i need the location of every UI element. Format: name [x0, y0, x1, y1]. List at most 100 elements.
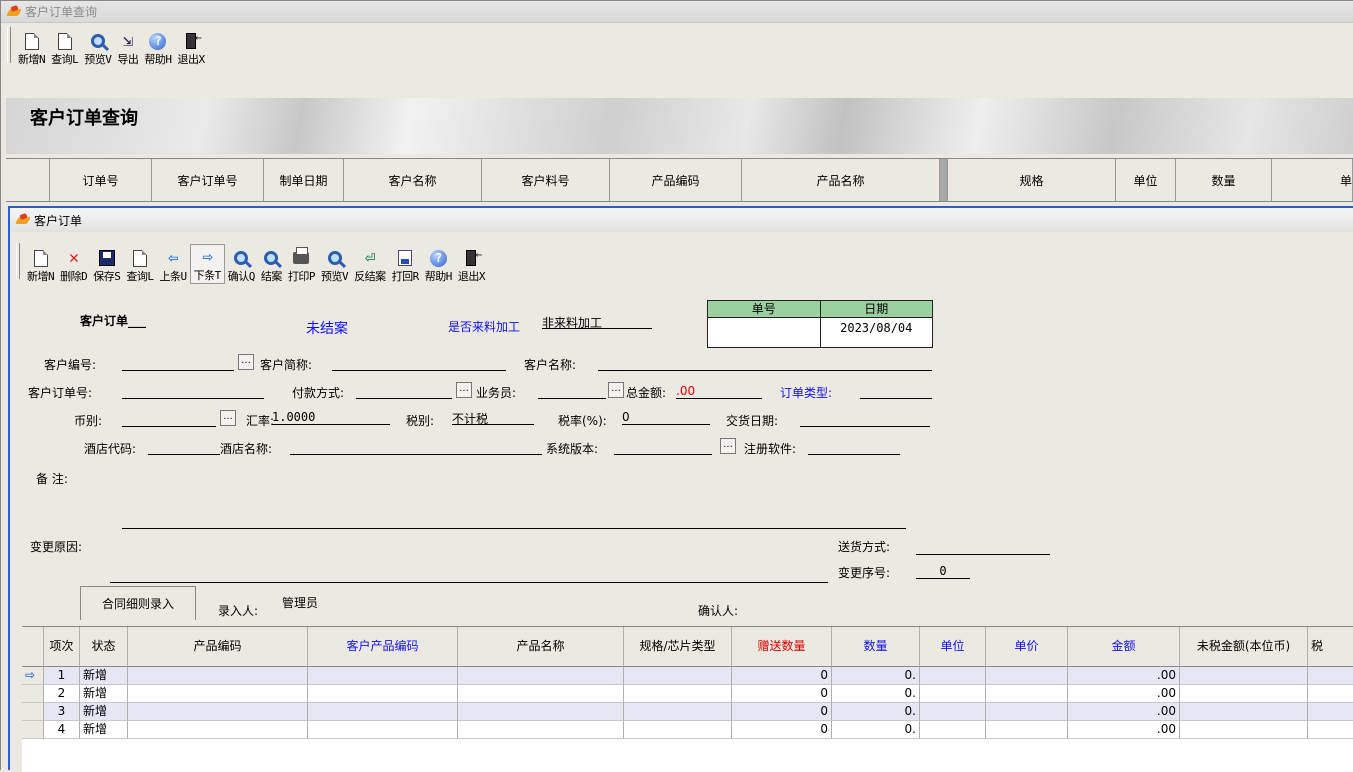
col-item-no[interactable]: 项次: [44, 627, 80, 667]
delete-button[interactable]: ✕ 删除D: [57, 244, 90, 284]
tax-type-field[interactable]: 不计税: [452, 410, 534, 426]
table-cell[interactable]: [624, 703, 732, 721]
col-spec-chip-type[interactable]: 规格/芯片类型: [624, 627, 732, 667]
hotel-code-field[interactable]: [148, 440, 220, 455]
col-spec[interactable]: 规格: [948, 159, 1116, 201]
table-row[interactable]: 4 新增 0 0. .00: [22, 721, 1353, 739]
confirm-button[interactable]: 确认Q: [225, 244, 258, 284]
query-button[interactable]: 查询L: [123, 244, 156, 284]
tax-rate-field[interactable]: 0: [622, 410, 710, 425]
table-cell[interactable]: [986, 703, 1068, 721]
col-product-name[interactable]: 产品名称: [742, 159, 940, 201]
prev-record-button[interactable]: ⇦ 上条U: [157, 244, 190, 284]
cell-gift-qty[interactable]: 0: [732, 721, 832, 739]
table-cell[interactable]: [1308, 667, 1353, 685]
table-row[interactable]: 2 新增 0 0. .00: [22, 685, 1353, 703]
toolbar-grip[interactable]: [7, 27, 11, 63]
cell-status[interactable]: 新增: [80, 667, 128, 685]
table-cell[interactable]: [920, 703, 986, 721]
row-selector[interactable]: [22, 721, 44, 739]
col-status[interactable]: 状态: [80, 627, 128, 667]
date-value[interactable]: 2023/08/04: [821, 318, 933, 347]
table-cell[interactable]: [1308, 685, 1353, 703]
col-quantity[interactable]: 数量: [1176, 159, 1272, 201]
col-created-date[interactable]: 制单日期: [264, 159, 344, 201]
cell-amount[interactable]: .00: [1068, 667, 1180, 685]
cell-gift-qty[interactable]: 0: [732, 703, 832, 721]
cell-amount[interactable]: .00: [1068, 685, 1180, 703]
table-cell[interactable]: [920, 667, 986, 685]
table-cell[interactable]: [458, 721, 624, 739]
new-button[interactable]: 新增N: [24, 244, 57, 284]
outer-new-button[interactable]: 新增N: [15, 27, 48, 67]
cell-qty[interactable]: 0.: [832, 667, 920, 685]
salesman-lookup-button[interactable]: ...: [608, 382, 624, 398]
col-unit[interactable]: 单位: [920, 627, 986, 667]
col-tax-partial[interactable]: 税: [1308, 627, 1353, 667]
table-cell[interactable]: [1308, 721, 1353, 739]
table-cell[interactable]: [986, 721, 1068, 739]
cell-item-no[interactable]: 3: [44, 703, 80, 721]
order-no-value[interactable]: [708, 318, 821, 347]
table-cell[interactable]: [1180, 685, 1308, 703]
customer-no-lookup-button[interactable]: ...: [238, 354, 254, 370]
table-cell[interactable]: [128, 667, 308, 685]
cell-gift-qty[interactable]: 0: [732, 685, 832, 703]
outer-exit-button[interactable]: 退出X: [175, 27, 208, 67]
table-row[interactable]: ⇨ 1 新增 0 0. .00: [22, 667, 1353, 685]
outer-help-button[interactable]: ? 帮助H: [141, 27, 174, 67]
customer-order-no-field[interactable]: [122, 384, 264, 399]
table-cell[interactable]: [986, 685, 1068, 703]
close-case-button[interactable]: 结案: [258, 244, 285, 284]
cell-item-no[interactable]: 4: [44, 721, 80, 739]
registered-software-field[interactable]: [808, 440, 900, 455]
col-gift-qty[interactable]: 赠送数量: [732, 627, 832, 667]
order-type-field[interactable]: [860, 384, 932, 399]
col-customer-name[interactable]: 客户名称: [344, 159, 482, 201]
toolbar-grip[interactable]: [16, 243, 20, 279]
col-product-name[interactable]: 产品名称: [458, 627, 624, 667]
help-button[interactable]: ? 帮助H: [422, 244, 455, 284]
col-unit-price[interactable]: 单价: [986, 627, 1068, 667]
cell-gift-qty[interactable]: 0: [732, 667, 832, 685]
print-button[interactable]: 打印P: [285, 244, 318, 284]
table-cell[interactable]: [128, 685, 308, 703]
cell-qty[interactable]: 0.: [832, 721, 920, 739]
table-cell[interactable]: [1308, 703, 1353, 721]
customer-no-field[interactable]: [122, 356, 234, 371]
cell-status[interactable]: 新增: [80, 721, 128, 739]
exchange-rate-field[interactable]: 1.0000: [272, 410, 390, 425]
change-seq-field[interactable]: 0: [916, 564, 970, 579]
preview-button[interactable]: 预览V: [318, 244, 351, 284]
col-unit[interactable]: 单位: [1116, 159, 1176, 201]
payment-method-field[interactable]: [356, 384, 452, 399]
table-cell[interactable]: [128, 703, 308, 721]
outer-export-button[interactable]: ⇲ 导出: [114, 27, 141, 67]
table-cell[interactable]: [1180, 721, 1308, 739]
col-amount[interactable]: 金额: [1068, 627, 1180, 667]
cell-item-no[interactable]: 1: [44, 667, 80, 685]
table-cell[interactable]: [128, 721, 308, 739]
payment-lookup-button[interactable]: ...: [456, 382, 472, 398]
col-customer-order-no[interactable]: 客户订单号: [152, 159, 264, 201]
outer-preview-button[interactable]: 预览V: [81, 27, 114, 67]
table-row[interactable]: 3 新增 0 0. .00: [22, 703, 1353, 721]
table-cell[interactable]: [920, 721, 986, 739]
row-selector[interactable]: [22, 703, 44, 721]
next-record-button[interactable]: ⇨ 下条T: [189, 244, 225, 284]
change-reason-field[interactable]: [110, 568, 828, 583]
col-untaxed-amount[interactable]: 未税金额(本位币): [1180, 627, 1308, 667]
cell-status[interactable]: 新增: [80, 703, 128, 721]
table-cell[interactable]: [1180, 667, 1308, 685]
cell-item-no[interactable]: 2: [44, 685, 80, 703]
col-qty[interactable]: 数量: [832, 627, 920, 667]
table-cell[interactable]: [458, 703, 624, 721]
customer-short-field[interactable]: [332, 356, 506, 371]
outer-query-button[interactable]: 查询L: [48, 27, 81, 67]
table-cell[interactable]: [986, 667, 1068, 685]
table-cell[interactable]: [308, 721, 458, 739]
table-cell[interactable]: [308, 667, 458, 685]
save-button[interactable]: 保存S: [90, 244, 123, 284]
table-cell[interactable]: [920, 685, 986, 703]
col-product-code[interactable]: 产品编码: [128, 627, 308, 667]
